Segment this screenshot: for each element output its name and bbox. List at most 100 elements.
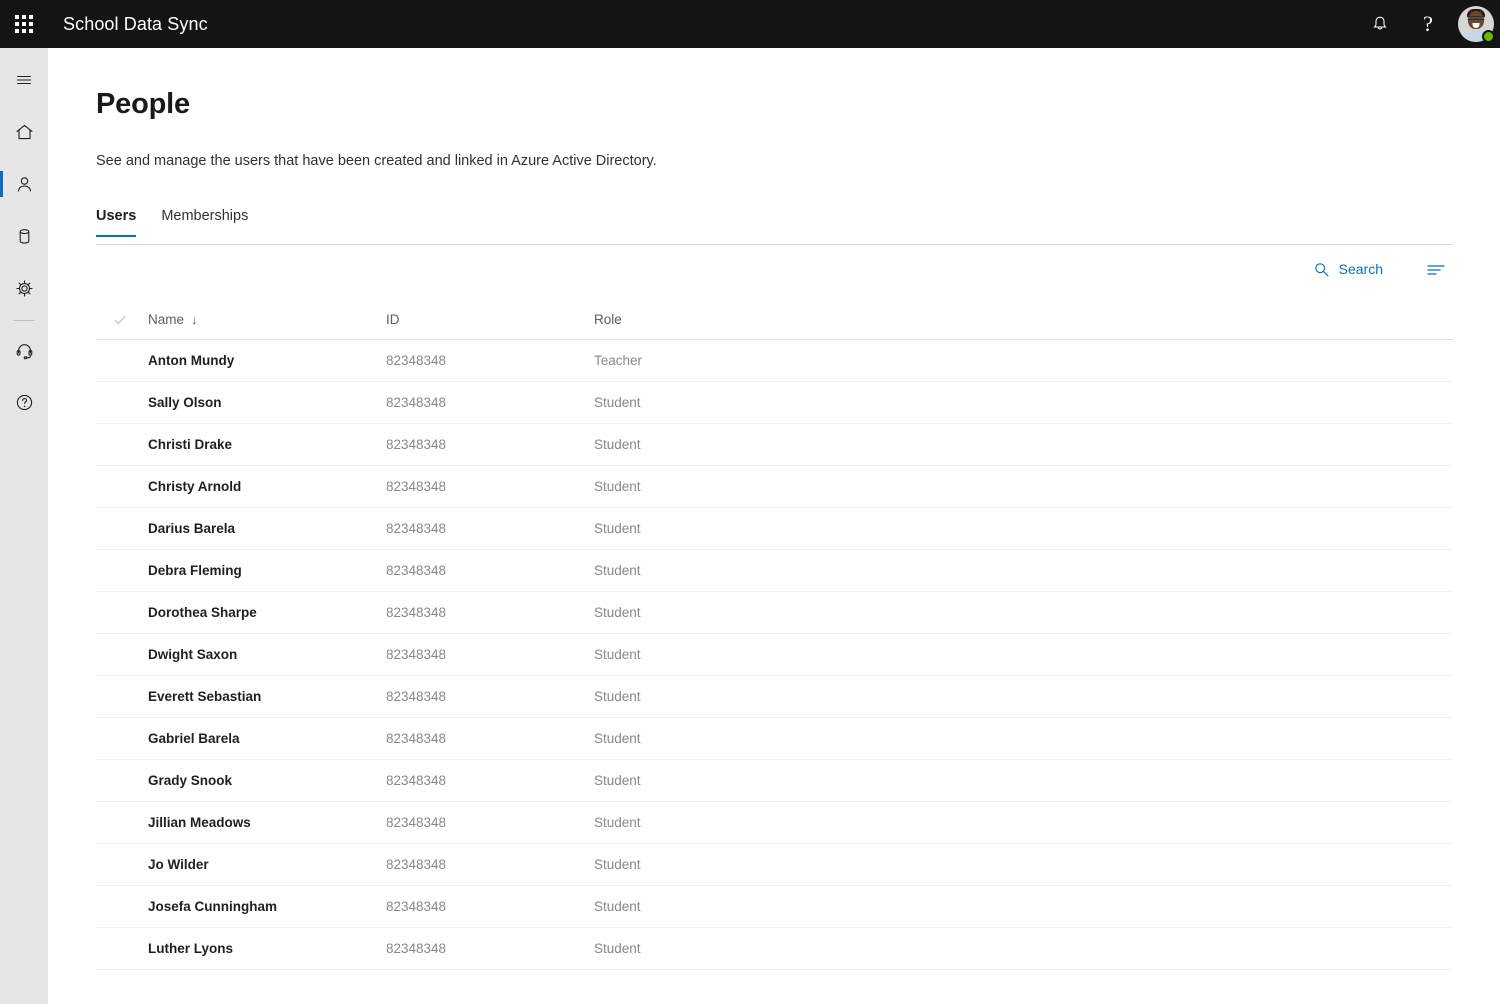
cell-role: Student [594, 563, 641, 578]
cell-role: Student [594, 773, 641, 788]
table-row[interactable]: Josefa Cunningham 82348348 Student [96, 886, 1453, 928]
tab-memberships[interactable]: Memberships [161, 208, 248, 237]
cell-role: Student [594, 647, 641, 662]
cell-role: Teacher [594, 353, 643, 368]
table-row[interactable]: Everett Sebastian 82348348 Student [96, 676, 1453, 718]
sidebar-item-data[interactable] [0, 216, 48, 256]
cell-id: 82348348 [386, 395, 447, 410]
cell-id: 82348348 [386, 563, 447, 578]
help-button[interactable]: ? [1404, 0, 1452, 48]
gear-icon [15, 279, 33, 297]
cell-role: Student [594, 815, 641, 830]
cell-name: Everett Sebastian [148, 689, 262, 704]
top-navigation-bar: School Data Sync ? [0, 0, 1500, 48]
cell-role: Student [594, 521, 641, 536]
table-row[interactable]: Dwight Saxon 82348348 Student [96, 634, 1453, 676]
tab-list: Users Memberships [96, 208, 273, 237]
cell-name: Anton Mundy [148, 353, 235, 368]
cell-id: 82348348 [386, 479, 447, 494]
person-icon [17, 176, 31, 192]
cell-id: 82348348 [386, 647, 447, 662]
page-title: People [96, 88, 190, 120]
cell-id: 82348348 [386, 353, 447, 368]
command-bar: Search [1307, 254, 1453, 284]
search-button[interactable]: Search [1307, 256, 1389, 283]
table-row[interactable]: Grady Snook 82348348 Student [96, 760, 1453, 802]
cell-id: 82348348 [386, 773, 447, 788]
table-row[interactable]: Sally Olson 82348348 Student [96, 382, 1453, 424]
cell-name: Christy Arnold [148, 479, 242, 494]
sidebar-item-menu[interactable] [0, 60, 48, 100]
left-navigation-rail [0, 48, 48, 1004]
top-bar-actions: ? [1356, 0, 1500, 48]
cell-name: Josefa Cunningham [148, 899, 278, 914]
cell-id: 82348348 [386, 689, 447, 704]
tabs-underline-rule [96, 244, 1453, 245]
table-row[interactable]: Anton Mundy 82348348 Teacher [96, 340, 1453, 382]
cell-id: 82348348 [386, 731, 447, 746]
rail-divider [13, 320, 35, 321]
sidebar-item-home[interactable] [0, 112, 48, 152]
cell-role: Student [594, 857, 641, 872]
cell-name: Christi Drake [148, 437, 233, 452]
cell-id: 82348348 [386, 521, 447, 536]
tab-users[interactable]: Users [96, 208, 137, 237]
column-header-name-label: Name [148, 312, 185, 327]
sidebar-item-people[interactable] [0, 164, 48, 204]
app-launcher-button[interactable] [0, 0, 48, 48]
bell-icon [1373, 16, 1387, 30]
table-row[interactable]: Luther Lyons 82348348 Student [96, 928, 1453, 970]
page-subtitle: See and manage the users that have been … [96, 153, 657, 169]
cell-name: Sally Olson [148, 395, 222, 410]
cell-role: Student [594, 899, 641, 914]
select-all-cell[interactable] [96, 313, 148, 327]
search-icon [1314, 262, 1329, 277]
cell-id: 82348348 [386, 437, 447, 452]
table-row[interactable]: Darius Barela 82348348 Student [96, 508, 1453, 550]
sidebar-item-help[interactable] [0, 382, 48, 422]
cell-role: Student [594, 437, 641, 452]
table-row[interactable]: Debra Fleming 82348348 Student [96, 550, 1453, 592]
table-row[interactable]: Christy Arnold 82348348 Student [96, 466, 1453, 508]
headset-icon [16, 343, 32, 359]
database-icon [19, 228, 29, 244]
column-header-id[interactable]: ID [386, 312, 594, 327]
table-row[interactable]: Gabriel Barela 82348348 Student [96, 718, 1453, 760]
cell-name: Darius Barela [148, 521, 236, 536]
table-row[interactable]: Jillian Meadows 82348348 Student [96, 802, 1453, 844]
cell-name: Luther Lyons [148, 941, 234, 956]
question-mark-icon: ? [1423, 11, 1433, 36]
cell-name: Dorothea Sharpe [148, 605, 257, 620]
sidebar-item-support[interactable] [0, 331, 48, 371]
column-header-name[interactable]: Name ↓ [148, 312, 386, 327]
cell-id: 82348348 [386, 941, 447, 956]
user-avatar-button[interactable] [1452, 0, 1500, 48]
cell-name: Jillian Meadows [148, 815, 251, 830]
table-row[interactable]: Dorothea Sharpe 82348348 Student [96, 592, 1453, 634]
checkmark-icon [114, 315, 126, 324]
presence-available-badge [1482, 30, 1495, 43]
table-body: Anton Mundy 82348348 Teacher Sally Olson 823… [96, 340, 1453, 970]
avatar-glasses [1467, 16, 1485, 20]
cell-role: Student [594, 479, 641, 494]
notifications-button[interactable] [1356, 0, 1404, 48]
filter-button[interactable] [1419, 254, 1453, 284]
table-row[interactable]: Jo Wilder 82348348 Student [96, 844, 1453, 886]
sidebar-item-settings[interactable] [0, 268, 48, 308]
waffle-grid-icon [15, 15, 33, 33]
table-row[interactable]: Christi Drake 82348348 Student [96, 424, 1453, 466]
cell-id: 82348348 [386, 857, 447, 872]
help-circle-icon [16, 394, 32, 410]
cell-name: Debra Fleming [148, 563, 242, 578]
users-table: Name ↓ ID Role Anton Mundy 82348348 Teacher… [96, 300, 1453, 970]
main-content-area: People See and manage the users that hav… [48, 48, 1500, 1004]
app-title: School Data Sync [63, 13, 208, 34]
cell-role: Student [594, 731, 641, 746]
cell-name: Jo Wilder [148, 857, 209, 872]
cell-role: Student [594, 941, 641, 956]
column-header-role[interactable]: Role [594, 312, 1453, 327]
cell-id: 82348348 [386, 899, 447, 914]
cell-name: Grady Snook [148, 773, 233, 788]
cell-role: Student [594, 689, 641, 704]
cell-name: Gabriel Barela [148, 731, 240, 746]
